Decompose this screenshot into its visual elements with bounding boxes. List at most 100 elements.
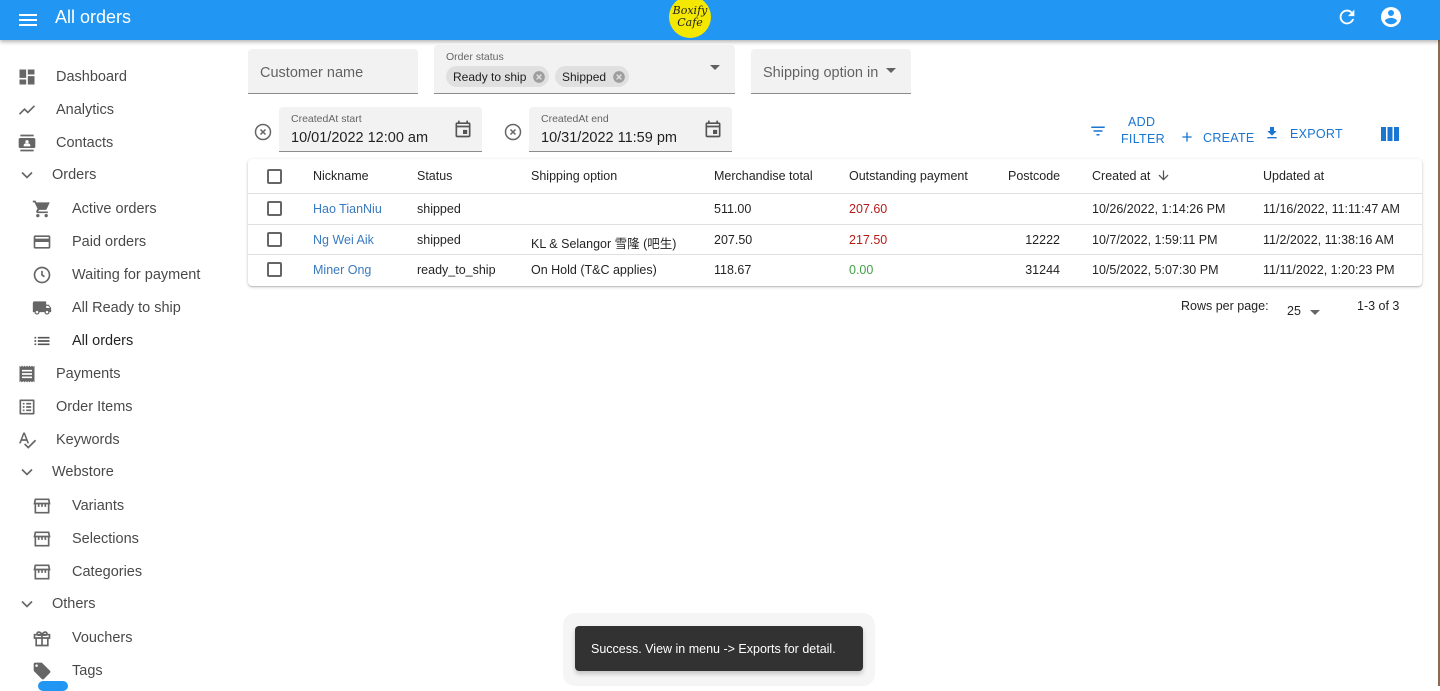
orders-table: Nickname Status Shipping option Merchand… <box>248 159 1422 286</box>
nickname-link[interactable]: Ng Wei Aik <box>313 233 374 247</box>
chip-delete-icon[interactable] <box>612 70 626 84</box>
created-start-date-field[interactable]: CreatedAt start 10/01/2022 12:00 am <box>279 107 482 152</box>
dashboard-icon <box>19 69 35 84</box>
sidebar-item-order-items[interactable]: Order Items <box>0 390 240 423</box>
dropdown-arrow-icon <box>886 68 896 73</box>
nickname-link[interactable]: Hao TianNiu <box>313 202 382 216</box>
sidebar-group-others[interactable]: Others <box>0 587 240 620</box>
column-header-created-at[interactable]: Created at <box>1092 169 1150 183</box>
row-divider <box>248 254 1422 255</box>
status-cell: shipped <box>417 233 461 247</box>
column-header-updated-at[interactable]: Updated at <box>1263 169 1324 183</box>
nickname-link[interactable]: Miner Ong <box>313 263 371 277</box>
scroll-indicator <box>38 681 68 691</box>
status-chip-shipped[interactable]: Shipped <box>555 66 630 87</box>
gift-icon <box>33 630 51 646</box>
order-status-select[interactable]: Order status Ready to ship Shipped <box>434 45 735 94</box>
store-icon <box>33 531 51 546</box>
created-at-cell: 10/5/2022, 5:07:30 PM <box>1092 263 1219 277</box>
column-header-merchandise-total[interactable]: Merchandise total <box>714 169 813 183</box>
row-checkbox[interactable] <box>267 262 282 277</box>
sidebar-item-all-orders[interactable]: All orders <box>0 324 240 357</box>
filter-icon <box>1091 126 1105 136</box>
updated-at-cell: 11/16/2022, 11:11:47 AM <box>1263 202 1400 216</box>
chevron-down-icon <box>21 600 33 608</box>
chevron-down-icon <box>21 468 33 476</box>
clock-icon <box>33 266 51 283</box>
sort-arrow-down-icon[interactable] <box>1156 168 1171 183</box>
sidebar-item-categories[interactable]: Categories <box>0 555 240 588</box>
row-checkbox[interactable] <box>267 201 282 216</box>
plus-icon <box>1182 132 1192 142</box>
store-icon <box>33 564 51 579</box>
sidebar-item-selections[interactable]: Selections <box>0 522 240 555</box>
credit-card-icon <box>33 234 51 249</box>
account-icon[interactable] <box>1379 5 1403 29</box>
sidebar-item-waiting-for-payment[interactable]: Waiting for payment <box>0 258 240 291</box>
select-all-checkbox[interactable] <box>267 169 282 184</box>
rows-per-page-label: Rows per page: <box>1181 299 1269 313</box>
column-header-postcode[interactable]: Postcode <box>1008 169 1060 183</box>
sidebar-item-contacts[interactable]: Contacts <box>0 126 240 159</box>
status-cell: ready_to_ship <box>417 263 496 277</box>
sidebar-item-tags[interactable]: Tags <box>0 654 240 687</box>
outstanding-payment-cell: 0.00 <box>849 263 874 277</box>
column-header-nickname[interactable]: Nickname <box>313 169 369 183</box>
customer-name-input[interactable]: Customer name <box>248 49 418 94</box>
sidebar-item-payments[interactable]: Payments <box>0 357 240 390</box>
clear-start-date-icon[interactable] <box>253 122 273 142</box>
sidebar-group-webstore[interactable]: Webstore <box>0 455 240 488</box>
postcode-cell: 12222 <box>1025 233 1060 247</box>
receipt-icon <box>19 365 35 382</box>
add-filter-button[interactable]: ADD FILTER <box>1089 114 1165 148</box>
columns-icon[interactable] <box>1381 126 1399 142</box>
row-divider <box>248 193 1422 194</box>
contacts-icon <box>18 134 36 151</box>
outstanding-payment-cell: 207.60 <box>849 202 888 216</box>
list-alt-icon <box>19 399 35 414</box>
sidebar-item-vouchers[interactable]: Vouchers <box>0 621 240 654</box>
updated-at-cell: 11/11/2022, 1:20:23 PM <box>1263 263 1395 277</box>
shipping-cell: On Hold (T&C applies) <box>531 263 657 277</box>
sidebar-group-orders[interactable]: Orders <box>0 158 240 191</box>
dropdown-arrow-icon <box>1310 310 1320 315</box>
created-end-date-field[interactable]: CreatedAt end 10/31/2022 11:59 pm <box>529 107 732 152</box>
calendar-icon[interactable] <box>453 119 473 139</box>
merchandise-total-cell: 511.00 <box>714 202 752 216</box>
updated-at-cell: 11/2/2022, 11:38:16 AM <box>1263 233 1394 247</box>
menu-icon[interactable] <box>16 8 40 32</box>
sidebar-item-dashboard[interactable]: Dashboard <box>0 60 240 93</box>
calendar-icon[interactable] <box>703 119 723 139</box>
column-header-shipping-option[interactable]: Shipping option <box>531 169 617 183</box>
row-checkbox[interactable] <box>267 232 282 247</box>
chip-delete-icon[interactable] <box>532 70 546 84</box>
download-icon <box>1267 127 1277 139</box>
success-toast: Success. View in menu -> Exports for det… <box>575 626 863 671</box>
column-header-outstanding-payment[interactable]: Outstanding payment <box>849 169 968 183</box>
sidebar-item-active-orders[interactable]: Active orders <box>0 192 240 225</box>
analytics-icon <box>18 104 36 115</box>
export-button[interactable]: EXPORT <box>1264 125 1346 143</box>
create-button[interactable]: CREATE <box>1179 129 1254 147</box>
rows-per-page-select[interactable]: 25 <box>1287 304 1323 320</box>
status-chip-ready-to-ship[interactable]: Ready to ship <box>446 66 550 87</box>
sidebar-item-paid-orders[interactable]: Paid orders <box>0 225 240 258</box>
refresh-icon[interactable] <box>1336 6 1358 28</box>
sidebar-item-analytics[interactable]: Analytics <box>0 93 240 126</box>
store-icon <box>33 498 51 513</box>
sidebar-item-keywords[interactable]: Keywords <box>0 423 240 456</box>
sidebar-item-variants[interactable]: Variants <box>0 489 240 522</box>
status-cell: shipped <box>417 202 461 216</box>
sidebar-item-all-ready-to-ship[interactable]: All Ready to ship <box>0 291 240 324</box>
tag-icon <box>33 662 51 679</box>
shipping-cell: KL & Selangor 雪隆 (吧生) <box>531 237 677 251</box>
brand-logo: Boxify Cafe <box>669 0 711 38</box>
shipping-option-select[interactable]: Shipping option in <box>751 49 911 94</box>
page-title: All orders <box>55 7 132 27</box>
column-header-status[interactable]: Status <box>417 169 452 183</box>
pagination-range: 1-3 of 3 <box>1357 299 1400 313</box>
created-at-cell: 10/26/2022, 1:14:26 PM <box>1092 202 1226 216</box>
clear-end-date-icon[interactable] <box>503 122 523 142</box>
spellcheck-icon <box>19 432 37 449</box>
merchandise-total-cell: 207.50 <box>714 233 753 247</box>
